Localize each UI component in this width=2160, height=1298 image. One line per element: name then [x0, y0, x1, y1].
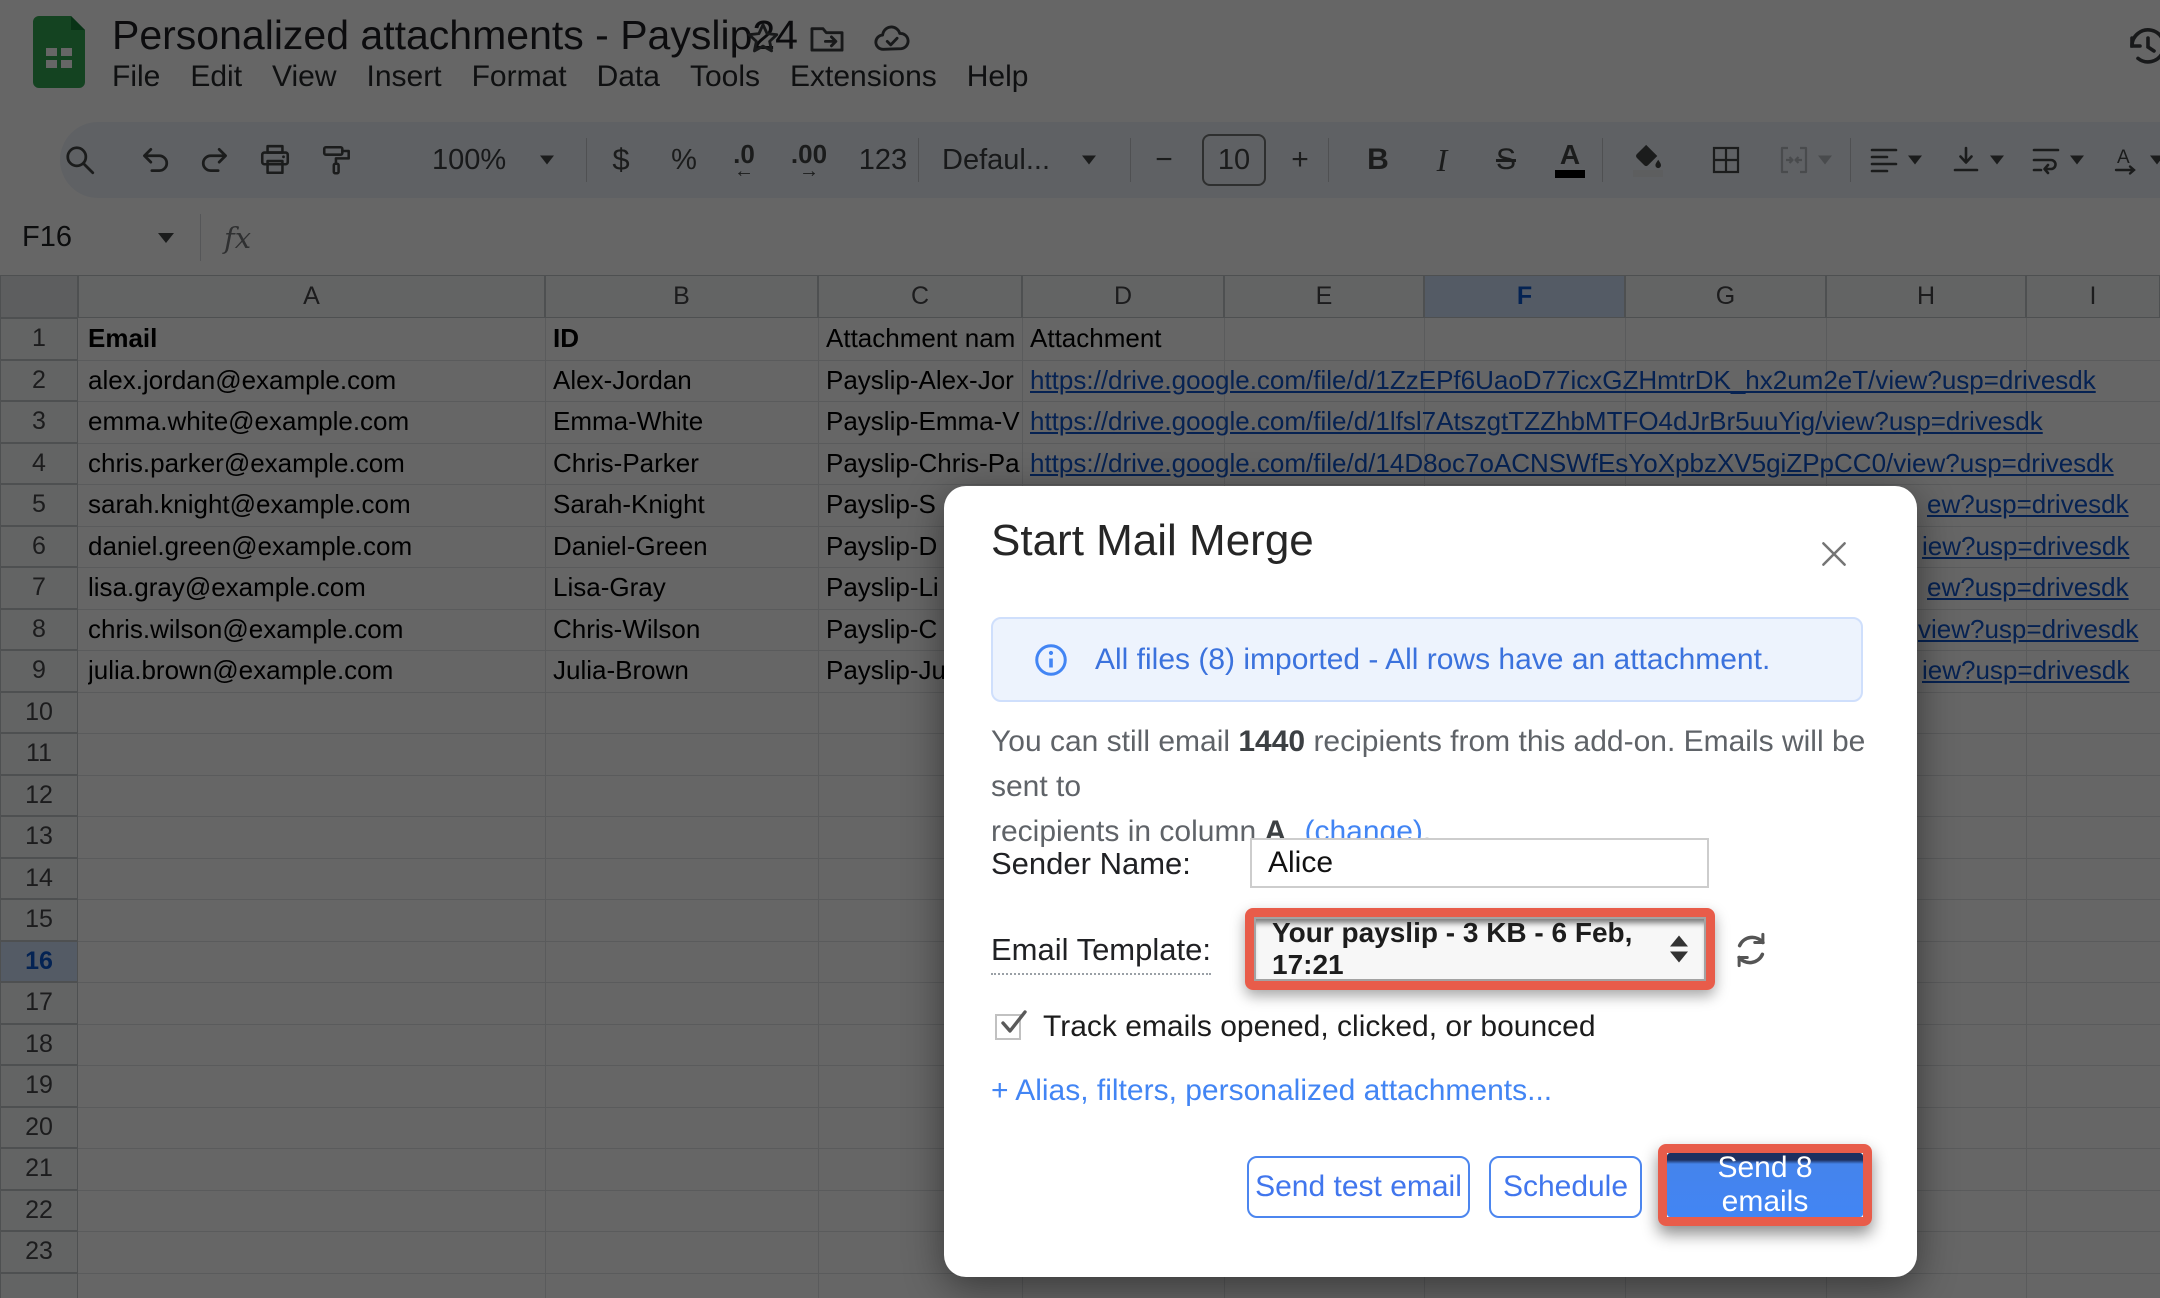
google-sheets-app: Personalized attachments - Payslip24 Fil…	[0, 0, 2160, 1298]
alias-filters-link[interactable]: + Alias, filters, personalized attachmen…	[991, 1074, 1552, 1108]
template-highlight-box: Your payslip - 3 KB - 6 Feb, 17:21	[1245, 908, 1715, 990]
import-status-text: All files (8) imported - All rows have a…	[1095, 642, 1771, 676]
send-highlight-box: Send 8 emails	[1658, 1144, 1872, 1226]
track-emails-checkbox[interactable]	[995, 1010, 1027, 1040]
email-template-label: Email Template:	[991, 932, 1211, 975]
email-template-value: Your payslip - 3 KB - 6 Feb, 17:21	[1272, 917, 1633, 980]
track-emails-label[interactable]: Track emails opened, clicked, or bounced	[1043, 1007, 1596, 1047]
dialog-title: Start Mail Merge	[991, 516, 1314, 565]
close-icon[interactable]	[1817, 537, 1853, 573]
quota-paragraph: You can still email 1440 recipients from…	[991, 719, 1871, 854]
import-status-banner: All files (8) imported - All rows have a…	[991, 617, 1863, 702]
start-mail-merge-dialog: Start Mail Merge All files (8) imported …	[944, 486, 1917, 1277]
info-icon	[1033, 642, 1069, 678]
sender-name-label: Sender Name:	[991, 846, 1191, 881]
quota-text: recipients in column	[991, 815, 1265, 848]
quota-count: 1440	[1238, 725, 1306, 758]
refresh-templates-icon[interactable]	[1731, 930, 1771, 970]
sender-name-input[interactable]	[1250, 838, 1709, 888]
email-template-select[interactable]: Your payslip - 3 KB - 6 Feb, 17:21	[1254, 917, 1706, 981]
send-test-email-button[interactable]: Send test email	[1247, 1156, 1470, 1218]
select-spinner-icon	[1670, 935, 1688, 963]
send-emails-button[interactable]: Send 8 emails	[1667, 1151, 1863, 1218]
quota-text: You can still email	[991, 725, 1239, 758]
schedule-button[interactable]: Schedule	[1489, 1156, 1642, 1218]
